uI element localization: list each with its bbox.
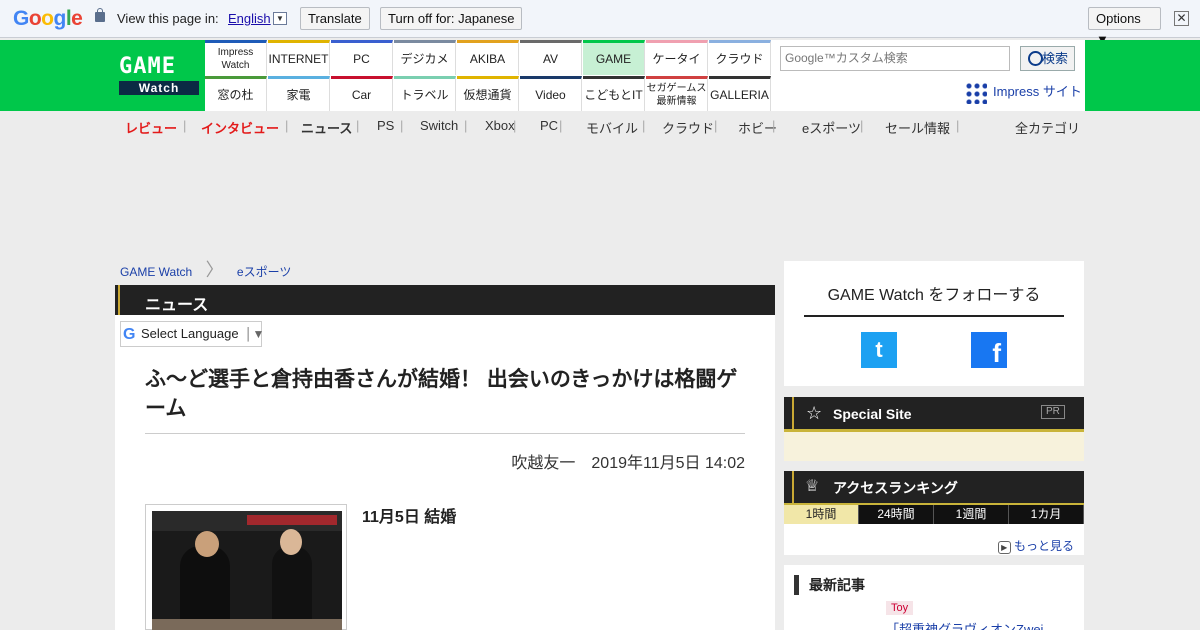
article-title: ふ～ど選手と倉持由香さんが結婚！ 出会いのきっかけは格闘ゲーム (145, 368, 738, 420)
twitter-icon[interactable]: t (861, 332, 897, 368)
nav-item-0-5[interactable]: AV (520, 40, 582, 75)
ranking-header: ♕ アクセスランキング (784, 471, 1084, 503)
ranking-tab-1[interactable]: 24時間 (859, 505, 934, 524)
nav-item-0-3[interactable]: デジカメ (394, 40, 456, 75)
special-site-box: ☆ Special Site PR (784, 397, 1084, 461)
category-separator: | (559, 118, 563, 133)
search-input[interactable]: Google™カスタム検索 (780, 46, 1010, 71)
category-separator: | (183, 118, 187, 133)
star-icon: ☆ (806, 403, 823, 423)
photo-caption: 11月5日 結婚 (362, 509, 457, 526)
category-separator: | (356, 118, 360, 133)
category-8[interactable]: クラウド (662, 118, 714, 137)
category-separator: | (860, 118, 864, 133)
facebook-icon[interactable]: f (971, 332, 1007, 368)
pr-badge: PR (1041, 405, 1065, 419)
nav-item-0-8[interactable]: クラウド (709, 40, 771, 75)
options-button[interactable]: Options ▼ (1088, 7, 1161, 47)
all-categories-link[interactable]: 全カテゴリ (1015, 118, 1080, 137)
nav-item-0-7[interactable]: ケータイ (646, 40, 708, 75)
breadcrumb-item-home[interactable]: GAME Watch (120, 265, 192, 279)
dropdown-arrow-icon: │▼ (245, 327, 265, 341)
nav-item-0-6[interactable]: GAME (583, 40, 645, 75)
category-4[interactable]: Switch (420, 118, 458, 133)
language-dropdown-icon[interactable]: ▼ (273, 12, 287, 25)
category-separator: | (642, 118, 646, 133)
nav-item-1-7[interactable]: セガゲームス 最新情報 (646, 76, 708, 111)
nav-item-1-2[interactable]: Car (331, 76, 393, 111)
search-button[interactable]: 検索 (1020, 46, 1075, 71)
nav-item-1-8[interactable]: GALLERIA (709, 76, 771, 111)
category-separator: | (285, 118, 289, 133)
translate-bar: Google View this page in: English ▼ Tran… (0, 0, 1200, 47)
select-language-dropdown[interactable]: G Select Language │▼ (120, 321, 265, 347)
more-link[interactable]: ▶ もっと見る (997, 537, 1074, 554)
site-header: GAME Watch Impress Watch INTERNET PC デジカメ AK… (0, 40, 1200, 111)
translate-button[interactable]: Translate (300, 7, 370, 30)
article: ニュース G Select Language │▼ ふ～ど選手と倉持由香さんが結… (115, 285, 775, 630)
category-7[interactable]: モバイル (586, 118, 638, 137)
category-separator: | (513, 118, 517, 133)
category-6[interactable]: PC (540, 118, 558, 133)
ranking-tabs: 1時間 24時間 1週間 1カ月 (784, 503, 1084, 524)
ranking-tab-0[interactable]: 1時間 (784, 505, 859, 524)
crown-icon: ♕ (805, 478, 820, 495)
follow-card: GAME Watch をフォローする t f (784, 261, 1084, 386)
category-2[interactable]: ニュース (301, 118, 352, 137)
lock-icon (95, 8, 105, 22)
category-separator: | (464, 118, 468, 133)
grid-icon (965, 82, 987, 104)
latest-box: 最新記事 Toy 「超重神グラヴィオンZwei (784, 565, 1084, 630)
google-logo: Google (13, 7, 83, 30)
nav-item-0-1[interactable]: INTERNET (268, 40, 330, 75)
game-watch-logo[interactable]: GAME Watch (115, 40, 205, 111)
category-1[interactable]: インタビュー (201, 118, 279, 137)
play-icon: ▶ (997, 541, 1011, 554)
nav-item-0-4[interactable]: AKIBA (457, 40, 519, 75)
translate-prompt: View this page in: (117, 11, 219, 26)
author-date: 吹越友一 2019年11月5日 14:02 (511, 455, 745, 472)
nav-item-0-0[interactable]: Impress Watch (205, 40, 267, 75)
breadcrumb-separator-icon: 〉 (205, 260, 224, 280)
google-g-icon: G (123, 326, 136, 343)
category-separator: | (400, 118, 404, 133)
nav-item-1-5[interactable]: Video (520, 76, 582, 111)
category-separator: | (714, 118, 718, 133)
nav-item-1-1[interactable]: 家電 (268, 76, 330, 111)
category-10[interactable]: eスポーツ (802, 118, 861, 137)
latest-header: 最新記事 (794, 575, 865, 595)
ranking-tab-2[interactable]: 1週間 (934, 505, 1009, 524)
nav-item-1-0[interactable]: 窓の杜 (205, 76, 267, 111)
breadcrumb-item-esports[interactable]: eスポーツ (237, 265, 291, 279)
category-bar: レビュー | インタビュー | ニュース | PS | Switch | Xbox | PC | モバイル |… (115, 116, 1085, 136)
ranking-tab-3[interactable]: 1カ月 (1009, 505, 1084, 524)
category-separator: | (956, 118, 960, 133)
close-icon[interactable]: ✕ (1174, 11, 1189, 26)
section-header: ニュース (115, 285, 775, 315)
category-separator: | (772, 118, 776, 133)
nav-item-0-2[interactable]: PC (331, 40, 393, 75)
ranking-box: ♕ アクセスランキング 1時間 24時間 1週間 1カ月 ▶ もっと見る (784, 471, 1084, 555)
category-11[interactable]: セール情報 (885, 118, 950, 137)
nav-item-1-6[interactable]: こどもとIT (583, 76, 645, 111)
divider (145, 433, 745, 434)
language-link[interactable]: English (228, 11, 271, 26)
turn-off-button[interactable]: Turn off for: Japanese (380, 7, 523, 30)
special-site-header: ☆ Special Site PR (784, 397, 1084, 429)
nav-item-1-3[interactable]: トラベル (394, 76, 456, 111)
latest-tag: Toy (886, 601, 914, 615)
category-5[interactable]: Xbox (485, 118, 515, 133)
site-nav: Impress Watch INTERNET PC デジカメ AKIBA AV GAME ケー… (205, 40, 771, 111)
category-3[interactable]: PS (377, 118, 394, 133)
breadcrumb: GAME Watch 〉 eスポーツ (120, 256, 291, 282)
impress-site-link[interactable]: Impress サイト (965, 80, 1082, 104)
latest-item-link[interactable]: 「超重神グラヴィオンZwei (886, 619, 1076, 630)
category-0[interactable]: レビュー (125, 118, 177, 137)
nav-item-1-4[interactable]: 仮想通貨 (457, 76, 519, 111)
article-photo[interactable] (145, 504, 347, 630)
